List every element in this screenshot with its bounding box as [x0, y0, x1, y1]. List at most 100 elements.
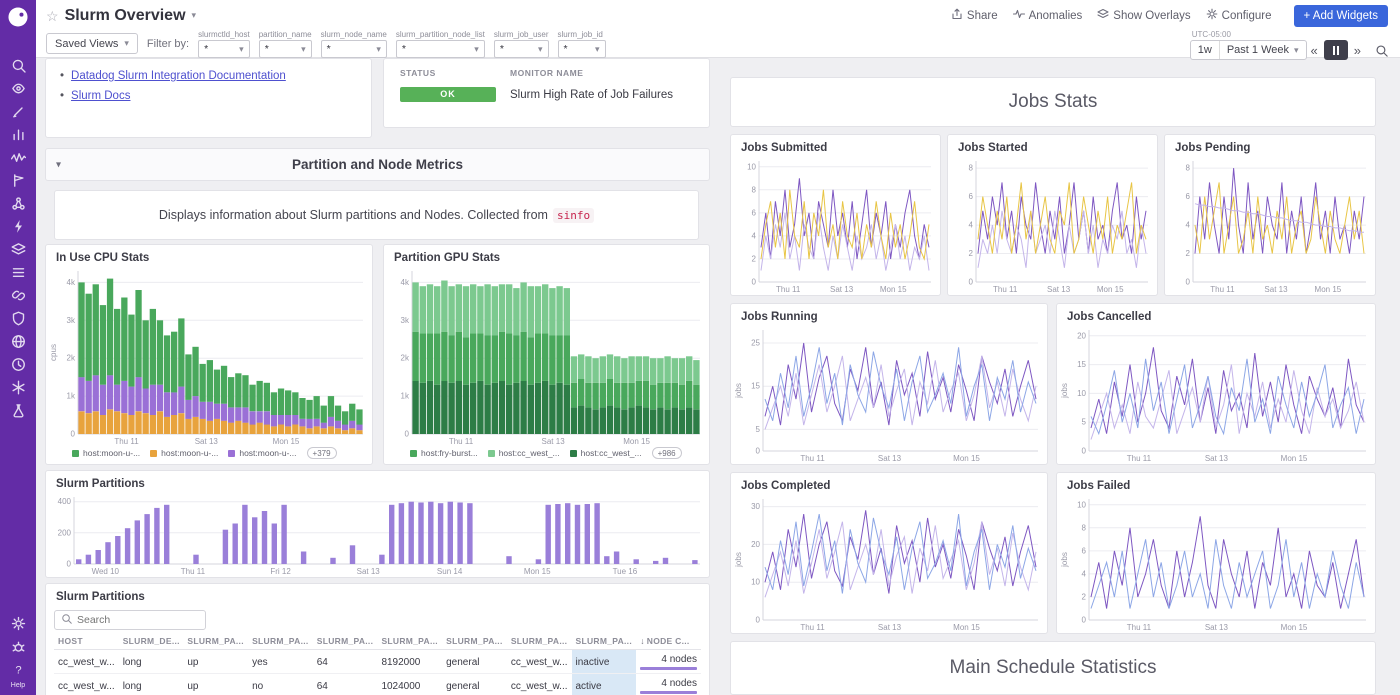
settings-icon[interactable] [0, 612, 36, 635]
svg-text:Thu 11: Thu 11 [181, 567, 206, 576]
slurm-partitions-chart[interactable]: 0200400Wed 10Thu 11Fri 12Sat 13Sun 14Mon… [48, 492, 705, 577]
jobs-submitted-chart[interactable]: 0246810Thu 11Sat 13Mon 15 [733, 156, 936, 295]
watchdog-icon[interactable] [0, 77, 36, 100]
monitor-row[interactable]: OK Slurm High Rate of Job Failures [384, 83, 709, 106]
partition-gpu-stats-chart[interactable]: 01k2k3k4kThu 11Sat 13Mon 15 [386, 266, 705, 447]
column-header[interactable]: SLURM_PA... [377, 633, 442, 650]
metrics-icon[interactable] [0, 146, 36, 169]
template-var-label: slurm_job_user [494, 30, 549, 39]
search-icon[interactable] [0, 54, 36, 77]
svg-text:Wed 10: Wed 10 [92, 567, 120, 576]
group-jobs-stats[interactable]: Jobs Stats [730, 77, 1376, 127]
favorite-star-icon[interactable]: ☆ [46, 9, 59, 23]
collapse-chevron-icon[interactable]: ▾ [56, 159, 61, 170]
column-header[interactable]: SLURM_PA... [183, 633, 248, 650]
jobs-completed-chart[interactable]: 0102030Thu 11Sat 13Mon 15jobs [733, 494, 1043, 633]
note-link[interactable]: Slurm Docs [71, 90, 130, 102]
column-header[interactable]: SLURM_DE... [119, 633, 184, 650]
logs-icon[interactable] [0, 261, 36, 284]
slurm_node_name-select[interactable]: *▾ [321, 40, 387, 58]
table-row[interactable]: cc_west_w...longupno641024000generalcc_w… [54, 674, 701, 695]
column-header[interactable]: SLURM_PA... [313, 633, 378, 650]
column-header[interactable]: SLURM_PA... [442, 633, 507, 650]
title-caret-icon[interactable]: ▾ [192, 10, 197, 21]
svg-text:0: 0 [71, 430, 76, 439]
svg-text:Mon 15: Mon 15 [1097, 285, 1124, 294]
anomalies-button[interactable]: Anomalies [1013, 8, 1083, 23]
security-icon[interactable] [0, 307, 36, 330]
slurmctld_host-select[interactable]: *▾ [198, 40, 250, 58]
monitor-summary-widget: STATUS MONITOR NAME OK Slurm High Rate o… [383, 58, 710, 128]
legend-item[interactable]: host:moon-u-... [228, 448, 296, 458]
chart-legend[interactable]: host:moon-u-... host:moon-u-... host:moon-… [46, 447, 372, 464]
in-use-cpu-stats-chart[interactable]: 01k2k3k4kThu 11Sat 13Mon 15cpus [48, 266, 368, 447]
table-cell: long [119, 674, 184, 695]
table-search-input[interactable] [77, 614, 189, 626]
column-header[interactable]: ↓NODE C... [636, 633, 701, 650]
time-range-shortcut[interactable]: 1w [1191, 41, 1220, 59]
jobs-running-chart[interactable]: 051525Thu 11Sat 13Mon 15jobs [733, 325, 1043, 464]
slurm_job_id-select[interactable]: *▾ [558, 40, 606, 58]
slurm_job_user-select[interactable]: *▾ [494, 40, 549, 58]
legend-more-badge[interactable]: +379 [307, 447, 337, 459]
table-search[interactable] [54, 610, 206, 630]
legend-item[interactable]: host:fry-burst... [410, 448, 478, 458]
add-widgets-button[interactable]: + Add Widgets [1294, 5, 1388, 27]
rum-icon[interactable] [0, 353, 36, 376]
jobs-failed-chart[interactable]: 0246810Thu 11Sat 13Mon 15jobs [1059, 494, 1371, 633]
serverless-icon[interactable] [0, 376, 36, 399]
legend-item[interactable]: host:cc_west_... [488, 448, 560, 458]
chevron-down-icon: ▾ [376, 44, 381, 55]
configure-button[interactable]: Configure [1206, 8, 1272, 23]
integrations-icon[interactable] [0, 192, 36, 215]
ci-icon[interactable] [0, 284, 36, 307]
show-overlays-button[interactable]: Show Overlays [1097, 8, 1190, 23]
monitor-name-link[interactable]: Slurm High Rate of Job Failures [510, 89, 693, 101]
partition_name-select[interactable]: *▾ [259, 40, 312, 58]
jobs-started-chart[interactable]: 02468Thu 11Sat 13Mon 15 [950, 156, 1153, 295]
group-partition-node-metrics[interactable]: ▾ Partition and Node Metrics [45, 148, 710, 181]
svg-text:Mon 15: Mon 15 [1315, 285, 1342, 294]
zoom-icon[interactable] [1375, 44, 1388, 57]
time-forward-button[interactable]: » [1350, 43, 1365, 58]
column-header[interactable]: SLURM_PA... [572, 633, 637, 650]
time-range-picker[interactable]: 1w Past 1 Week▾ [1190, 40, 1307, 60]
table-title: Slurm Partitions [46, 584, 709, 605]
svg-text:Sat 13: Sat 13 [1264, 285, 1288, 294]
column-header[interactable]: SLURM_PA... [248, 633, 313, 650]
legend-item[interactable]: host:moon-u-... [150, 448, 218, 458]
gear-icon [1206, 8, 1218, 23]
pause-button[interactable] [1324, 40, 1348, 60]
monitors-icon[interactable] [0, 169, 36, 192]
chart-legend[interactable]: host:fry-burst... host:cc_west_... host:cc… [384, 447, 709, 464]
svg-text:0: 0 [756, 447, 761, 456]
jobs-pending-chart[interactable]: 02468Thu 11Sat 13Mon 15 [1167, 156, 1371, 295]
template-var-value: * [327, 43, 331, 55]
share-button[interactable]: Share [951, 8, 998, 23]
infrastructure-icon[interactable] [0, 238, 36, 261]
org-icon[interactable] [0, 635, 36, 658]
apm-icon[interactable] [0, 215, 36, 238]
notebook-icon[interactable] [0, 100, 36, 123]
group-main-schedule-statistics[interactable]: Main Schedule Statistics [730, 641, 1376, 695]
legend-item[interactable]: host:moon-u-... [72, 448, 140, 458]
filter-by-label: Filter by: [147, 38, 189, 50]
column-header[interactable]: HOST [54, 633, 119, 650]
saved-views-button[interactable]: Saved Views▾ [46, 33, 138, 54]
jobs-cancelled-chart[interactable]: 05101520Thu 11Sat 13Mon 15jobs [1059, 325, 1371, 464]
labs-icon[interactable] [0, 399, 36, 422]
datadog-logo[interactable] [7, 6, 29, 28]
dashboards-icon[interactable] [0, 123, 36, 146]
legend-item[interactable]: host:cc_west_... [570, 448, 642, 458]
help-icon[interactable]: ? [0, 658, 36, 681]
svg-text:8: 8 [752, 185, 757, 194]
note-link[interactable]: Datadog Slurm Integration Documentation [71, 70, 286, 82]
svg-text:10: 10 [747, 162, 756, 171]
table-row[interactable]: cc_west_w...longupyes648192000generalcc_… [54, 650, 701, 674]
column-header[interactable]: SLURM_PA... [507, 633, 572, 650]
synthetics-icon[interactable] [0, 330, 36, 353]
slurm_partition_node_list-select[interactable]: *▾ [396, 40, 485, 58]
time-back-button[interactable]: « [1307, 43, 1322, 58]
legend-more-badge[interactable]: +986 [652, 447, 682, 459]
svg-text:jobs: jobs [734, 383, 743, 399]
